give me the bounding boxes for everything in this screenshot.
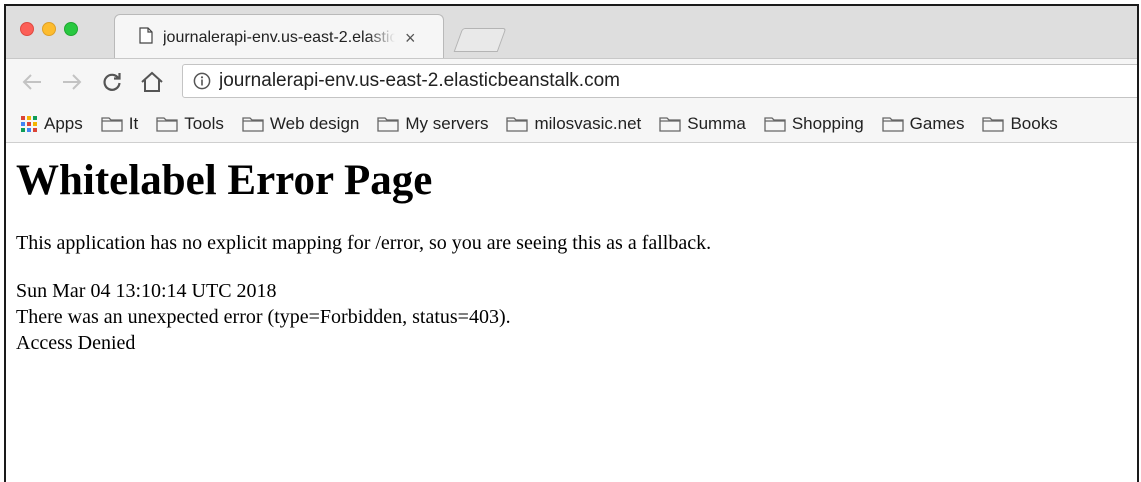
arrow-right-icon: [63, 74, 82, 90]
folder-icon: [242, 116, 264, 132]
browser-window: journalerapi-env.us-east-2.elasticbeanst…: [4, 4, 1139, 482]
minimize-window-button[interactable]: [42, 22, 56, 36]
forward-button[interactable]: [58, 68, 86, 96]
url-input[interactable]: [219, 70, 1019, 92]
arrow-left-icon: [22, 74, 41, 90]
tab-title: journalerapi-env.us-east-2.elasticbeanst…: [163, 29, 395, 46]
apps-grid-icon: [21, 115, 37, 132]
bookmark-label: My servers: [405, 113, 489, 133]
bookmark-apps[interactable]: Apps: [20, 114, 83, 134]
bookmarks-bar: Apps It Tools Web design My servers milo…: [6, 105, 1137, 143]
bookmark-folder-shopping[interactable]: Shopping: [764, 114, 864, 134]
page-content: Whitelabel Error Page This application h…: [6, 155, 1137, 356]
folder-icon: [982, 116, 1005, 132]
error-reason: Access Denied: [16, 331, 136, 354]
tab-strip: journalerapi-env.us-east-2.elasticbeanst…: [6, 6, 1137, 59]
folder-icon: [101, 116, 123, 132]
back-button[interactable]: [18, 68, 46, 96]
error-status-line: There was an unexpected error (type=Forb…: [16, 305, 511, 328]
bookmark-folder-my-servers[interactable]: My servers: [377, 114, 488, 134]
home-button[interactable]: [138, 68, 166, 96]
error-message: This application has no explicit mapping…: [16, 231, 712, 254]
folder-icon: [377, 116, 400, 132]
bookmark-label: Tools: [184, 113, 224, 133]
bookmark-label: milosvasic.net: [534, 113, 642, 133]
folder-icon: [506, 116, 529, 132]
bookmark-label: Apps: [44, 113, 83, 133]
home-icon: [141, 71, 163, 92]
error-timestamp: Sun Mar 04 13:10:14 UTC 2018: [16, 279, 277, 302]
window-controls: [20, 22, 78, 36]
bookmark-label: Shopping: [791, 113, 864, 133]
address-bar[interactable]: [182, 64, 1137, 98]
bookmark-folder-books[interactable]: Books: [982, 113, 1058, 134]
bookmark-folder-it[interactable]: It: [101, 114, 138, 134]
maximize-window-button[interactable]: [64, 22, 78, 36]
close-tab-icon[interactable]: ×: [405, 28, 416, 48]
bookmark-label: It: [128, 113, 139, 133]
bookmark-label: Games: [909, 113, 965, 133]
folder-icon: [764, 116, 786, 132]
close-window-button[interactable]: [20, 22, 34, 36]
bookmark-label: Summa: [687, 113, 746, 133]
bookmark-folder-tools[interactable]: Tools: [156, 114, 224, 134]
folder-icon: [156, 116, 178, 132]
folder-icon: [882, 116, 904, 132]
error-details: Sun Mar 04 13:10:14 UTC 2018 There was a…: [16, 278, 1137, 356]
bookmark-label: Books: [1010, 113, 1058, 133]
new-tab-button[interactable]: [453, 28, 507, 52]
page-title: Whitelabel Error Page: [16, 157, 433, 204]
browser-tab-active[interactable]: journalerapi-env.us-east-2.elasticbeanst…: [114, 14, 444, 59]
bookmark-label: Web design: [269, 113, 360, 133]
page-favicon-icon: [139, 27, 153, 49]
bookmark-folder-web-design[interactable]: Web design: [242, 114, 359, 134]
reload-button[interactable]: [98, 68, 126, 96]
reload-icon: [103, 73, 121, 91]
folder-icon: [659, 116, 681, 132]
bookmark-folder-summa[interactable]: Summa: [659, 114, 746, 134]
info-icon[interactable]: [193, 72, 211, 90]
bookmark-folder-milosvasic[interactable]: milosvasic.net: [506, 114, 641, 134]
toolbar: [6, 58, 1137, 105]
bookmark-folder-games[interactable]: Games: [882, 113, 965, 134]
